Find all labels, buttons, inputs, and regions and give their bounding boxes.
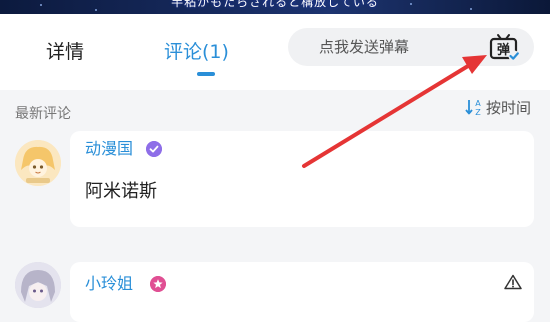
svg-text:Z: Z xyxy=(475,108,481,117)
verified-badge-icon xyxy=(146,141,162,157)
comment-username[interactable]: 小玲姐 xyxy=(85,274,133,294)
video-subtitle: 半粘がもたらされると構放している xyxy=(171,0,379,9)
comment-text: 阿米诺斯 xyxy=(85,181,157,202)
svg-text:A: A xyxy=(475,99,481,108)
sort-by-time-button[interactable]: A Z 按时间 xyxy=(464,95,531,119)
star-decor xyxy=(95,9,97,11)
tab-details[interactable]: 详情 xyxy=(46,40,84,64)
section-title-latest: 最新评论 xyxy=(15,106,71,122)
sort-az-icon: A Z xyxy=(465,99,481,117)
comments-panel: 最新评论 A Z 按时间 动漫国 阿米诺斯 小玲姐 xyxy=(0,90,550,322)
danmaku-placeholder: 点我发送弹幕 xyxy=(319,38,410,56)
star-badge-icon xyxy=(150,276,166,292)
tab-comments[interactable]: 评论(1) xyxy=(164,40,229,64)
avatar-image xyxy=(15,262,61,308)
comment-username[interactable]: 动漫国 xyxy=(85,139,133,159)
avatar[interactable] xyxy=(15,262,61,308)
danmaku-toggle-icon[interactable]: 弹 xyxy=(488,32,520,62)
danmaku-icon-glyph: 弹 xyxy=(497,42,510,58)
avatar-image xyxy=(15,140,61,186)
danmaku-input[interactable]: 点我发送弹幕 弹 xyxy=(288,28,534,66)
sort-label: 按时间 xyxy=(486,98,532,117)
comment-card[interactable]: 小玲姐 xyxy=(70,262,534,322)
report-warning-icon[interactable] xyxy=(504,274,522,290)
active-tab-indicator xyxy=(197,72,215,76)
avatar[interactable] xyxy=(15,140,61,186)
comment-card[interactable]: 动漫国 阿米诺斯 xyxy=(70,131,534,227)
top-tab-bar: 详情 评论(1) 点我发送弹幕 弹 xyxy=(0,14,550,90)
video-player-strip[interactable]: 半粘がもたらされると構放している xyxy=(0,0,550,14)
